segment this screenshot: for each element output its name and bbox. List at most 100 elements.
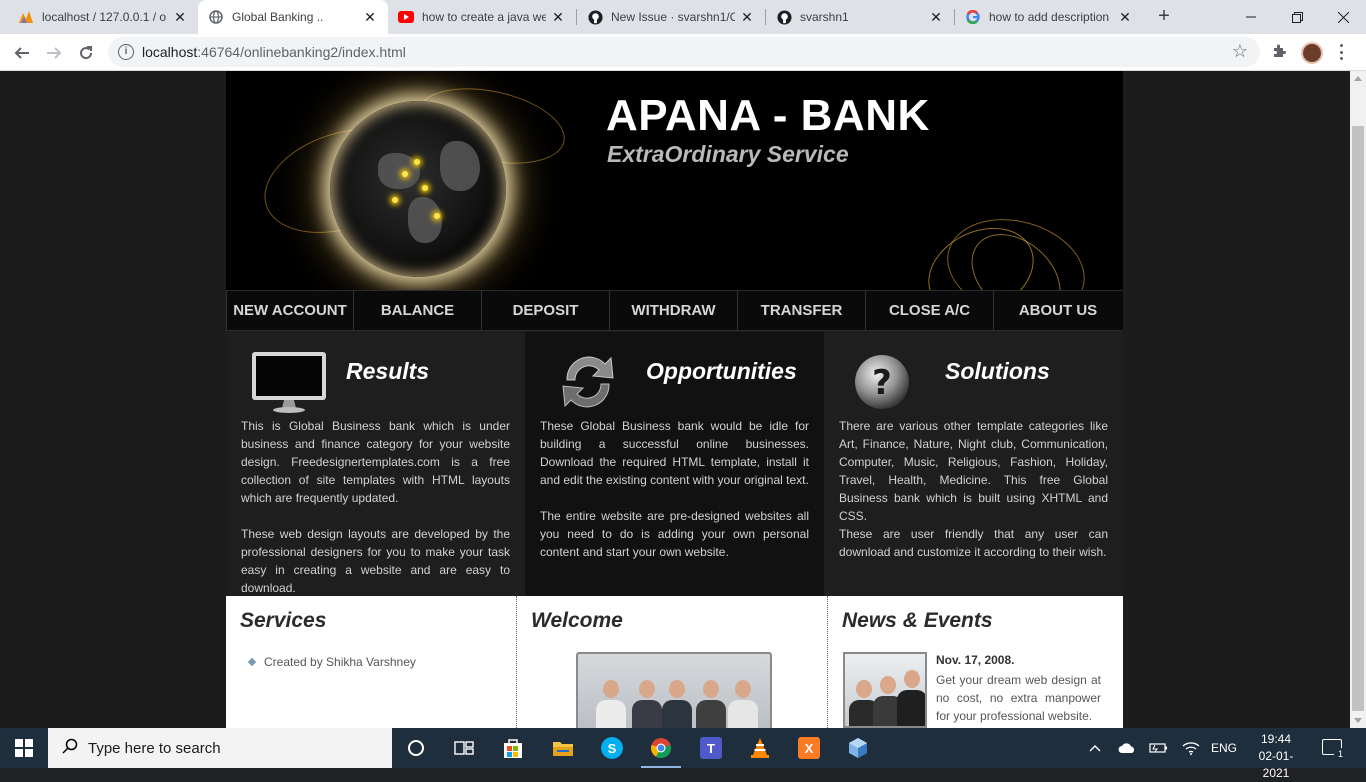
wifi-icon[interactable] xyxy=(1180,728,1202,768)
bank-title: APANA - BANK xyxy=(606,91,930,140)
close-tab-icon[interactable]: ✕ xyxy=(362,9,378,26)
bookmark-star-icon[interactable]: ☆ xyxy=(1232,41,1248,62)
refresh-arrows-icon xyxy=(547,348,629,416)
paragraph: This is Global Business bank which is un… xyxy=(241,419,510,505)
tab-global-banking[interactable]: Global Banking .. ✕ xyxy=(198,0,388,34)
feature-columns: Results This is Global Business bank whi… xyxy=(226,332,1123,596)
url-host: localhost xyxy=(142,44,198,60)
browser-tab-strip: localhost / 127.0.0.1 / o ✕ Global Banki… xyxy=(0,0,1366,34)
skype-button[interactable]: S xyxy=(588,728,636,768)
news-date: Nov. 17, 2008. xyxy=(936,653,1015,667)
scroll-up-icon[interactable] xyxy=(1354,76,1362,81)
site-banner: APANA - BANK ExtraOrdinary Service xyxy=(226,71,1123,290)
tab-title: Global Banking .. xyxy=(232,10,324,24)
services-panel: Services Created by Shikha Varshney xyxy=(226,596,517,728)
svg-text:?: ? xyxy=(872,363,892,403)
site-info-icon[interactable]: i xyxy=(118,44,134,60)
virtualbox-button[interactable] xyxy=(834,728,882,768)
paragraph: These are user friendly that any user ca… xyxy=(839,527,1108,559)
close-window-button[interactable] xyxy=(1320,0,1366,34)
nav-about-us[interactable]: ABOUT US xyxy=(994,291,1122,330)
phpmyadmin-icon xyxy=(18,9,34,25)
news-title: News & Events xyxy=(842,609,993,632)
cortana-button[interactable] xyxy=(392,728,440,768)
folder-icon xyxy=(553,742,573,756)
welcome-panel: Welcome xyxy=(517,596,828,728)
bank-tagline: ExtraOrdinary Service xyxy=(607,141,849,167)
tab-title: how to add description xyxy=(989,10,1110,24)
news-meeting-photo xyxy=(843,652,927,728)
clock-date: 02-01-2021 xyxy=(1258,749,1294,780)
tab-phpmyadmin[interactable]: localhost / 127.0.0.1 / o ✕ xyxy=(8,0,198,34)
column-text: There are various other template categor… xyxy=(839,417,1108,561)
chrome-button[interactable] xyxy=(637,728,685,768)
taskbar-search-box[interactable]: Type here to search xyxy=(48,728,392,768)
onedrive-cloud-icon[interactable] xyxy=(1116,728,1138,768)
teams-icon: T xyxy=(700,737,722,759)
input-language[interactable]: ENG xyxy=(1206,728,1242,768)
tab-github-profile[interactable]: svarshn1 ✕ xyxy=(766,0,954,34)
nav-deposit[interactable]: DEPOSIT xyxy=(482,291,610,330)
vlc-button[interactable] xyxy=(736,728,784,768)
nav-withdraw[interactable]: WITHDRAW xyxy=(610,291,738,330)
back-button[interactable] xyxy=(9,40,35,66)
minimize-button[interactable] xyxy=(1228,0,1274,34)
forward-button[interactable] xyxy=(41,40,67,66)
start-button[interactable] xyxy=(0,728,48,768)
globe-icon xyxy=(208,9,224,25)
nav-balance[interactable]: BALANCE xyxy=(354,291,482,330)
minimize-icon xyxy=(1246,16,1256,18)
xampp-button[interactable]: X xyxy=(785,728,833,768)
show-hidden-icons-chevron-up-icon[interactable] xyxy=(1084,728,1106,768)
nav-close-account[interactable]: CLOSE A/C xyxy=(866,291,994,330)
cortana-circle-icon xyxy=(408,740,424,756)
question-icon: ? xyxy=(846,348,928,416)
store-bag-icon xyxy=(504,739,522,758)
github-icon xyxy=(776,9,792,25)
url-text: localhost:46764/onlinebanking2/index.htm… xyxy=(142,44,406,60)
results-column: Results This is Global Business bank whi… xyxy=(226,332,525,596)
chrome-icon xyxy=(651,738,671,759)
restore-button[interactable] xyxy=(1274,0,1320,34)
tab-github-issue[interactable]: New Issue · svarshn1/O ✕ xyxy=(577,0,765,34)
close-tab-icon[interactable]: ✕ xyxy=(928,9,944,26)
glowing-globe-image xyxy=(330,101,506,277)
nav-transfer[interactable]: TRANSFER xyxy=(738,291,866,330)
skype-icon: S xyxy=(601,737,623,759)
reload-button[interactable] xyxy=(73,40,99,66)
services-item[interactable]: Created by Shikha Varshney xyxy=(247,655,416,669)
page-scrollbar[interactable] xyxy=(1350,71,1366,728)
browser-menu-icon[interactable] xyxy=(1336,42,1346,62)
reload-icon xyxy=(80,46,93,60)
battery-icon[interactable] xyxy=(1148,728,1170,768)
restore-icon xyxy=(1291,11,1303,23)
close-tab-icon[interactable]: ✕ xyxy=(550,9,566,26)
close-tab-icon[interactable]: ✕ xyxy=(1117,9,1133,26)
file-explorer-button[interactable] xyxy=(539,728,587,768)
column-title: Results xyxy=(346,358,430,384)
column-title: Opportunities xyxy=(646,358,797,384)
scrollbar-thumb[interactable] xyxy=(1352,126,1364,711)
cube-icon xyxy=(849,738,867,758)
extensions-puzzle-icon[interactable] xyxy=(1271,43,1287,64)
youtube-icon xyxy=(398,9,414,25)
bullet-icon xyxy=(247,657,257,667)
task-view-button[interactable] xyxy=(440,728,488,768)
nav-new-account[interactable]: NEW ACCOUNT xyxy=(226,291,354,330)
teams-button[interactable]: T xyxy=(687,728,735,768)
action-center-notification-icon[interactable]: 1 xyxy=(1322,739,1347,761)
forward-arrow-icon xyxy=(47,47,62,59)
scroll-down-icon[interactable] xyxy=(1354,718,1362,723)
taskbar-clock[interactable]: 19:44 02-01-2021 xyxy=(1246,731,1306,782)
microsoft-store-button[interactable] xyxy=(489,728,537,768)
close-tab-icon[interactable]: ✕ xyxy=(739,9,755,26)
tab-youtube[interactable]: how to create a java we ✕ xyxy=(388,0,576,34)
new-tab-button[interactable]: + xyxy=(1152,5,1176,29)
address-bar[interactable]: i localhost:46764/onlinebanking2/index.h… xyxy=(108,37,1260,67)
tab-google-search[interactable]: how to add description ✕ xyxy=(955,0,1143,34)
google-icon xyxy=(965,9,981,25)
close-icon xyxy=(1337,11,1349,23)
close-tab-icon[interactable]: ✕ xyxy=(172,9,188,26)
bottom-section: Services Created by Shikha Varshney Welc… xyxy=(226,596,1123,728)
profile-avatar[interactable] xyxy=(1301,42,1323,64)
